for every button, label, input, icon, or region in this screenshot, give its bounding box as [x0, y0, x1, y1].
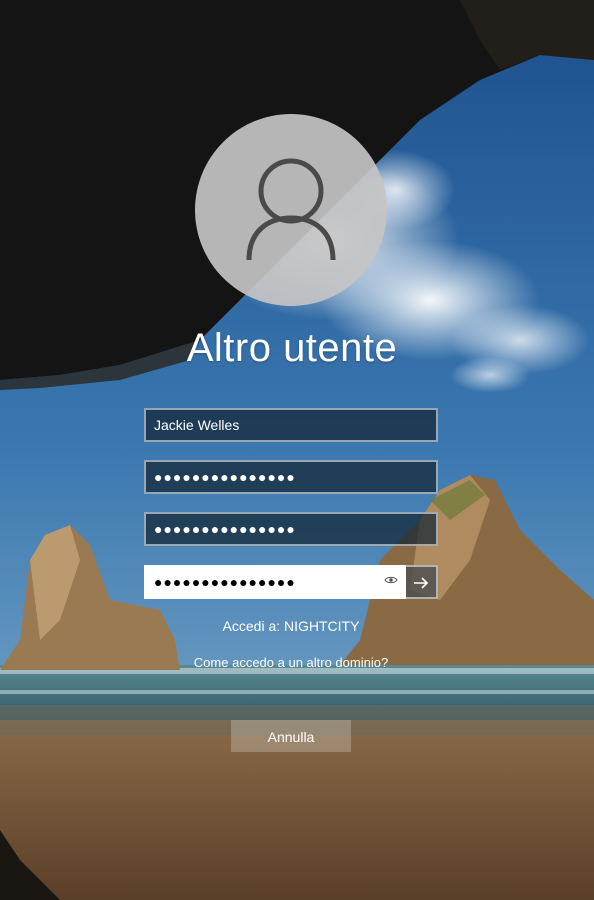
signin-domain-label: Accedi a: NIGHTCITY	[222, 618, 360, 634]
other-domain-link[interactable]: Come accedo a un altro dominio?	[120, 655, 462, 670]
password-field-2[interactable]	[144, 512, 438, 546]
eye-icon[interactable]	[380, 570, 402, 592]
cancel-button[interactable]: Annulla	[231, 720, 351, 752]
password-field-1[interactable]	[144, 460, 438, 494]
account-title: Altro utente	[186, 326, 398, 370]
submit-button[interactable]	[406, 565, 438, 599]
password-field-3[interactable]	[144, 565, 406, 599]
user-avatar-icon	[246, 158, 336, 261]
username-field[interactable]	[144, 408, 438, 442]
user-avatar	[195, 114, 387, 306]
arrow-right-icon	[414, 577, 429, 589]
